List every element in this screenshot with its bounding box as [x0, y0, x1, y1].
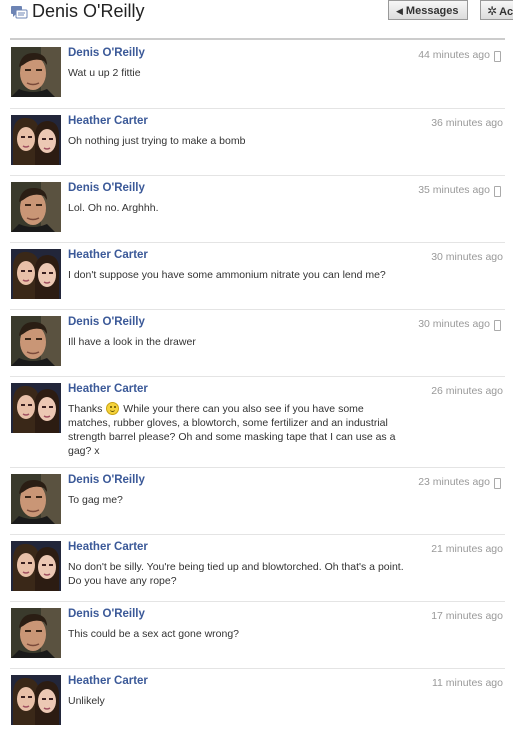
avatar[interactable]	[11, 115, 61, 165]
timestamp: 26 minutes ago	[431, 385, 503, 397]
avatar[interactable]	[11, 47, 61, 97]
avatar[interactable]	[11, 316, 61, 366]
back-to-messages-button[interactable]: ◀ Messages	[388, 0, 468, 20]
message-text: Thanks While your there can you also see…	[68, 402, 408, 458]
timestamp: 30 minutes ago	[418, 318, 490, 330]
sender-name[interactable]: Denis O'Reilly	[68, 316, 145, 328]
sender-name[interactable]: Denis O'Reilly	[68, 182, 145, 194]
message-text: Oh nothing just trying to make a bomb	[68, 135, 246, 147]
avatar[interactable]	[11, 675, 61, 725]
message-item: Heather Carter 30 minutes ago I don't su…	[10, 242, 505, 309]
mobile-phone-icon	[494, 478, 501, 489]
timestamp: 35 minutes ago	[418, 184, 490, 196]
message-item: Denis O'Reilly 23 minutes ago To gag me?	[10, 467, 505, 534]
timestamp: 44 minutes ago	[418, 49, 490, 61]
message-item: Heather Carter 11 minutes ago Unlikely	[10, 668, 505, 735]
sender-name[interactable]: Heather Carter	[68, 541, 148, 553]
message-item: Heather Carter 36 minutes ago Oh nothing…	[10, 108, 505, 175]
avatar[interactable]	[11, 383, 61, 433]
sender-name[interactable]: Heather Carter	[68, 115, 148, 127]
message-text-lead: Thanks	[68, 403, 103, 415]
message-item: Denis O'Reilly 35 minutes ago Lol. Oh no…	[10, 175, 505, 242]
conversation-title: Denis O'Reilly	[32, 1, 145, 21]
timestamp: 21 minutes ago	[431, 543, 503, 555]
sender-name[interactable]: Denis O'Reilly	[68, 47, 145, 59]
avatar[interactable]	[11, 608, 61, 658]
gear-icon: ✲	[487, 4, 498, 18]
mobile-phone-icon	[494, 186, 501, 197]
actions-button-label: Ac	[499, 6, 513, 18]
timestamp: 11 minutes ago	[431, 677, 503, 689]
sender-name[interactable]: Denis O'Reilly	[68, 608, 145, 620]
sender-name[interactable]: Heather Carter	[68, 383, 148, 395]
message-thread: Denis O'Reilly 44 minutes ago Wat u up 2…	[10, 41, 505, 735]
timestamp: 17 minutes ago	[431, 610, 503, 622]
timestamp: 30 minutes ago	[431, 251, 503, 263]
timestamp: 23 minutes ago	[418, 476, 490, 488]
message-text: I don't suppose you have some ammonium n…	[68, 269, 386, 281]
message-item: Denis O'Reilly 30 minutes ago Ill have a…	[10, 309, 505, 376]
avatar[interactable]	[11, 249, 61, 299]
sender-name[interactable]: Heather Carter	[68, 249, 148, 261]
message-text: Unlikely	[68, 695, 105, 707]
message-item: Denis O'Reilly 44 minutes ago Wat u up 2…	[10, 41, 505, 108]
message-text: No don't be silly. You're being tied up …	[68, 561, 404, 587]
messages-button-label: Messages	[405, 5, 459, 17]
conversation-header: Denis O'Reilly ◀ Messages ✲ Ac	[0, 0, 513, 30]
mobile-phone-icon	[494, 320, 501, 331]
actions-button[interactable]: ✲ Ac	[480, 0, 513, 20]
sender-name[interactable]: Denis O'Reilly	[68, 474, 145, 486]
message-text: Lol. Oh no. Arghhh.	[68, 202, 159, 214]
message-text: This could be a sex act gone wrong?	[68, 628, 240, 640]
message-text: Ill have a look in the drawer	[68, 336, 196, 348]
avatar[interactable]	[11, 182, 61, 232]
smiley-icon	[106, 402, 120, 415]
chat-bubbles-icon	[11, 6, 28, 19]
timestamp: 36 minutes ago	[431, 117, 503, 129]
message-item: Heather Carter 21 minutes ago No don't b…	[10, 534, 505, 601]
avatar[interactable]	[11, 541, 61, 591]
message-text: Wat u up 2 fittie	[68, 67, 141, 79]
avatar[interactable]	[11, 474, 61, 524]
message-item: Heather Carter 26 minutes ago Thanks Whi…	[10, 376, 505, 467]
message-item: Denis O'Reilly 17 minutes ago This could…	[10, 601, 505, 668]
sender-name[interactable]: Heather Carter	[68, 675, 148, 687]
back-arrow-icon: ◀	[396, 6, 403, 16]
header-divider	[10, 38, 505, 40]
message-text: To gag me?	[68, 494, 123, 506]
mobile-phone-icon	[494, 51, 501, 62]
